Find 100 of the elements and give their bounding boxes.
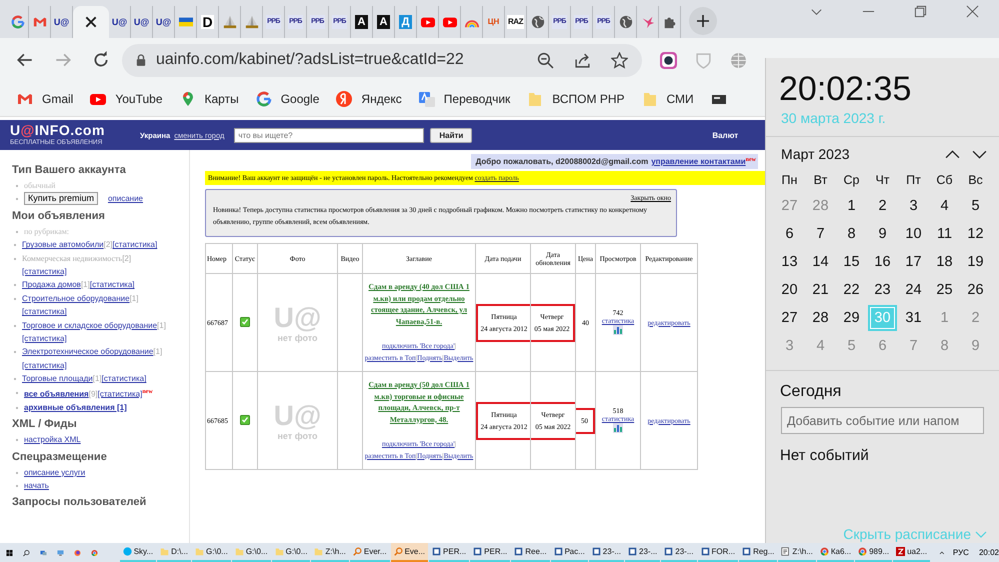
taskbar-button[interactable]: ua2... <box>893 543 930 562</box>
taskbar-button[interactable]: Eve... <box>390 543 428 562</box>
search-field[interactable]: что вы ищете? <box>234 128 424 142</box>
chart-icon[interactable] <box>613 324 623 334</box>
calendar-day[interactable]: 22 <box>837 277 866 303</box>
statistics-link[interactable]: [статистика] <box>22 360 67 370</box>
calendar-day[interactable]: 5 <box>961 193 990 219</box>
browser-tab[interactable] <box>73 6 109 38</box>
reload-icon[interactable] <box>92 51 110 69</box>
bookmark[interactable]: ВСПОМ PHP <box>527 91 625 107</box>
taskbar-button[interactable]: 23-... <box>588 543 624 562</box>
calendar-day[interactable]: 6 <box>775 221 804 247</box>
calendar-day[interactable]: 26 <box>961 277 990 303</box>
calendar-day[interactable]: 27 <box>775 305 804 331</box>
calendar-day[interactable]: 23 <box>868 277 897 303</box>
calendar-day[interactable]: 9 <box>868 221 897 247</box>
address-bar[interactable]: uainfo.com/kabinet/?adsList=true&catId=22 <box>122 44 642 76</box>
calendar-day[interactable]: 24 <box>899 277 928 303</box>
bookmark[interactable]: СМИ <box>642 91 694 107</box>
site-logo[interactable]: U@INFO.com <box>10 123 140 138</box>
sidebar-link[interactable]: описание услуги <box>24 466 86 479</box>
statistics-link[interactable]: [статистика] <box>22 307 67 316</box>
calendar-day[interactable]: 28 <box>806 305 835 331</box>
taskbar-button[interactable]: Z:\h... <box>778 543 816 562</box>
category-link[interactable]: Электротехническое оборудование <box>22 347 154 356</box>
language-indicator[interactable]: РУС <box>952 548 969 557</box>
calendar-day[interactable]: 1 <box>837 193 866 219</box>
premium-button[interactable]: Купить premium <box>24 192 98 206</box>
category-link[interactable]: Строительное оборудование <box>22 294 130 303</box>
calendar-day[interactable]: 15 <box>837 249 866 275</box>
taskbar-button[interactable]: Ever... <box>350 543 390 562</box>
category-link[interactable]: Торговое и складское оборудование <box>22 320 158 330</box>
calendar-day[interactable]: 3 <box>899 193 928 219</box>
statistics-link[interactable]: [статистика] <box>98 389 142 398</box>
bookmark[interactable]: Карты <box>180 91 239 107</box>
calendar-day[interactable]: 8 <box>837 221 866 247</box>
bookmark[interactable]: Переводчик <box>418 91 510 107</box>
calendar-day[interactable]: 18 <box>930 249 959 275</box>
close-icon[interactable] <box>84 15 98 29</box>
ads-link[interactable]: все объявления <box>24 389 89 398</box>
chart-icon[interactable] <box>613 422 623 432</box>
calendar-day[interactable]: 7 <box>806 221 835 247</box>
calendar-day[interactable]: 31 <box>899 305 928 331</box>
category-link[interactable]: Продажа домов <box>22 280 81 290</box>
taskbar-button[interactable]: FOR... <box>698 543 738 562</box>
taskbar-button[interactable]: Ка6... <box>816 543 854 562</box>
sidebar-link[interactable]: настройка XML <box>24 433 81 447</box>
new-tab-button[interactable] <box>689 7 717 35</box>
taskbar-button[interactable]: Reg... <box>739 543 778 562</box>
calendar-day[interactable]: 16 <box>868 249 897 275</box>
taskbar-button[interactable]: Sky... <box>120 543 156 562</box>
taskbar-button[interactable]: 989... <box>855 543 892 562</box>
contacts-link[interactable]: управление контактами <box>651 157 746 166</box>
category-link[interactable]: Торговые площади <box>22 374 93 384</box>
event-field[interactable]: Добавить событие или напом <box>781 407 984 434</box>
ads-link[interactable]: архивные объявления [1] <box>24 402 127 412</box>
bookmark[interactable]: Google <box>256 91 320 107</box>
taskbar-button[interactable]: G:\0... <box>232 543 271 562</box>
currency-link[interactable]: Валют <box>712 130 738 140</box>
calendar-day[interactable]: 21 <box>806 277 835 303</box>
bookmark[interactable]: Gmail <box>17 91 74 107</box>
calendar-day[interactable]: 29 <box>837 305 866 331</box>
statistics-link[interactable]: [статистика] <box>112 240 158 250</box>
calendar-day[interactable]: 17 <box>899 249 928 275</box>
star-icon[interactable] <box>611 52 628 68</box>
sidebar-link[interactable]: начать <box>24 478 49 492</box>
calendar-day[interactable]: 19 <box>961 249 990 275</box>
bookmark[interactable]: YouTube <box>90 91 162 107</box>
calendar-day[interactable]: 13 <box>775 249 804 275</box>
taskbar-button[interactable]: Z:\h... <box>311 543 349 562</box>
taskbar-button[interactable]: PER... <box>429 543 470 562</box>
taskbar-button[interactable]: 23-... <box>661 543 696 562</box>
taskbar-button[interactable]: Ree... <box>511 543 550 562</box>
back-icon[interactable] <box>16 51 34 69</box>
statistics-link[interactable]: [статистика] <box>22 334 67 344</box>
calendar-day[interactable]: 4 <box>930 193 959 219</box>
calendar-day[interactable]: 2 <box>868 193 897 219</box>
statistics-link[interactable]: [статистика] <box>90 280 135 290</box>
share-icon[interactable] <box>574 52 591 68</box>
category-link[interactable]: Грузовые автомобили <box>22 240 104 250</box>
statistics-link[interactable]: [статистика] <box>102 374 146 384</box>
zoom-out-icon[interactable] <box>537 52 554 68</box>
restore-icon[interactable] <box>914 4 927 18</box>
taskbar-button[interactable]: 23-... <box>625 543 660 562</box>
calendar-day[interactable]: 11 <box>930 221 959 247</box>
search-button[interactable]: Найти <box>430 128 472 142</box>
taskbar-button[interactable]: G:\0... <box>272 543 310 562</box>
taskbar-button[interactable]: D:\... <box>157 543 192 562</box>
calendar-day[interactable]: 10 <box>899 221 928 247</box>
camera-icon[interactable] <box>660 52 677 68</box>
taskbar-button[interactable]: PER... <box>470 543 510 562</box>
taskbar-button[interactable]: Рас... <box>550 543 588 562</box>
browser-tab[interactable]: RAZ <box>505 6 527 38</box>
bookmark[interactable]: Яндекс <box>336 91 402 107</box>
calendar-day[interactable]: 20 <box>775 277 804 303</box>
description-link[interactable]: описание <box>108 192 144 206</box>
calendar-day[interactable]: 12 <box>961 221 990 247</box>
clock[interactable]: 20:02 <box>978 548 999 557</box>
calendar-day[interactable]: 14 <box>806 249 835 275</box>
taskbar-button[interactable]: G:\0... <box>192 543 231 562</box>
